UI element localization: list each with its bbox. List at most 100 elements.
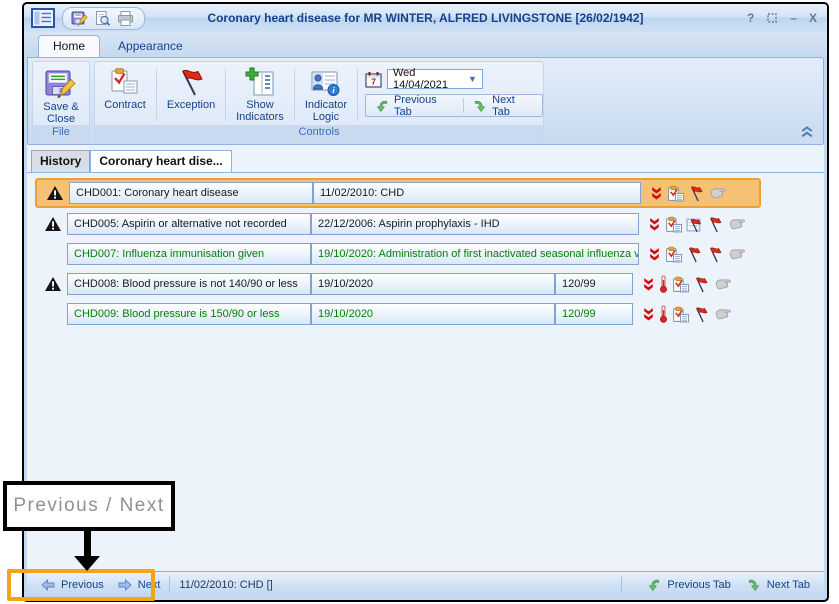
previous-tab-label: Previous Tab — [394, 94, 454, 118]
hand-icon[interactable] — [714, 277, 733, 291]
contract-label: Contract — [104, 99, 146, 111]
show-indicators-button[interactable]: Show Indicators — [227, 65, 293, 123]
next-tab-button-status[interactable]: Next Tab — [747, 578, 810, 592]
hand-icon[interactable] — [728, 217, 747, 231]
indicator-row[interactable]: CHD005: Aspirin or alternative not recor… — [35, 210, 824, 238]
exception-label: Exception — [167, 99, 215, 111]
ribbon-collapse-button[interactable] — [801, 126, 813, 138]
warning-icon — [41, 186, 69, 200]
flag-icon[interactable] — [693, 306, 710, 323]
flag-icon[interactable] — [686, 246, 703, 263]
divider — [156, 69, 157, 121]
expand-icon[interactable] — [648, 217, 661, 231]
contract-icon[interactable] — [667, 185, 684, 202]
indicator-detail-cell[interactable]: 19/10/2020: Administration of first inac… — [311, 243, 639, 265]
print-icon[interactable] — [117, 10, 134, 27]
expand-icon[interactable] — [648, 247, 661, 261]
next-tab-arrow-icon — [747, 578, 761, 592]
previous-label: Previous — [61, 579, 104, 591]
print-preview-icon[interactable] — [94, 10, 111, 27]
indicator-logic-icon — [310, 67, 342, 97]
save-icon[interactable] — [71, 10, 88, 27]
date-value: Wed 14/04/2021 — [393, 67, 468, 91]
indicator-code-cell[interactable]: CHD005: Aspirin or alternative not recor… — [67, 213, 311, 235]
minimize-button[interactable]: – — [790, 11, 797, 25]
show-indicators-label: Show Indicators — [230, 99, 290, 123]
flag-icon[interactable] — [693, 276, 710, 293]
tab-home[interactable]: Home — [38, 35, 100, 57]
next-label: Next — [138, 579, 161, 591]
divider — [294, 69, 295, 121]
chevron-down-icon: ▼ — [468, 74, 477, 84]
next-record-button[interactable]: Next — [118, 579, 161, 591]
indicator-code-cell[interactable]: CHD009: Blood pressure is 150/90 or less — [67, 303, 311, 325]
date-picker[interactable]: Wed 14/04/2021 ▼ — [387, 69, 483, 89]
hand-icon[interactable] — [728, 247, 747, 261]
flag-icon[interactable] — [707, 246, 724, 263]
thermometer-icon[interactable] — [659, 275, 668, 293]
indicator-row[interactable]: CHD001: Coronary heart disease 11/02/201… — [35, 178, 761, 208]
indicator-code-cell[interactable]: CHD008: Blood pressure is not 140/90 or … — [67, 273, 311, 295]
help-button[interactable]: ? — [747, 11, 754, 25]
status-bar: Previous Next 11/02/2010: CHD [] Previou… — [27, 571, 824, 597]
tab-appearance[interactable]: Appearance — [104, 36, 197, 57]
indicator-row[interactable]: CHD008: Blood pressure is not 140/90 or … — [35, 270, 824, 298]
close-button[interactable]: X — [809, 11, 817, 25]
window-controls: ? – X — [747, 11, 817, 25]
tab-history[interactable]: History — [31, 150, 90, 172]
expand-icon[interactable] — [642, 307, 655, 321]
annotation-label: Previous / Next — [13, 495, 164, 517]
ribbon: Save & Close File Contract — [27, 57, 824, 145]
contract-icon[interactable] — [665, 216, 682, 233]
thermometer-icon[interactable] — [659, 305, 668, 323]
flag-icon[interactable] — [707, 216, 724, 233]
annotation-arrow — [84, 531, 91, 557]
flag-boxed-icon[interactable] — [686, 216, 703, 233]
previous-tab-label: Previous Tab — [667, 579, 730, 591]
indicator-detail-cell[interactable]: 19/10/2020 — [311, 303, 555, 325]
indicator-logic-button[interactable]: Indicator Logic — [296, 65, 356, 123]
hand-icon[interactable] — [714, 307, 733, 321]
restore-button[interactable] — [766, 12, 778, 24]
indicator-value-cell[interactable]: 120/99 — [555, 303, 633, 325]
app-menu-icon[interactable] — [30, 8, 56, 29]
arrow-left-icon — [41, 579, 55, 591]
previous-tab-button-status[interactable]: Previous Tab — [647, 578, 730, 592]
divider — [225, 69, 226, 121]
exception-flag-icon — [175, 67, 207, 97]
contract-button[interactable]: Contract — [95, 65, 155, 111]
indicator-detail-cell[interactable]: 19/10/2020 — [311, 273, 555, 295]
expand-icon[interactable] — [642, 277, 655, 291]
tab-coronary-heart-disease[interactable]: Coronary heart dise... — [90, 150, 231, 172]
contract-icon[interactable] — [672, 276, 689, 293]
warning-icon — [39, 277, 67, 291]
divider — [169, 576, 170, 593]
indicator-code-cell[interactable]: CHD007: Influenza immunisation given — [67, 243, 311, 265]
previous-tab-button[interactable]: Previous Tab — [366, 95, 463, 116]
indicator-value-cell[interactable]: 120/99 — [555, 273, 633, 295]
indicator-code-cell[interactable]: CHD001: Coronary heart disease — [69, 182, 313, 204]
flag-icon[interactable] — [688, 185, 705, 202]
indicator-row[interactable]: CHD009: Blood pressure is 150/90 or less… — [35, 300, 824, 328]
contract-icon[interactable] — [665, 246, 682, 263]
exception-button[interactable]: Exception — [158, 65, 224, 111]
status-text: 11/02/2010: CHD [] — [179, 579, 272, 591]
arrow-right-icon — [118, 579, 132, 591]
expand-icon[interactable] — [650, 186, 663, 200]
next-tab-button[interactable]: Next Tab — [464, 95, 542, 116]
indicator-detail-cell[interactable]: 11/02/2010: CHD — [313, 182, 641, 204]
document-tabs: History Coronary heart dise... — [27, 145, 824, 173]
annotation-arrowhead-icon — [74, 556, 100, 571]
hand-icon[interactable] — [709, 186, 728, 200]
indicator-detail-cell[interactable]: 22/12/2006: Aspirin prophylaxis - IHD — [311, 213, 639, 235]
tab-navigation-panel: Previous Tab Next Tab — [365, 94, 543, 117]
controls-group-label: Controls — [95, 125, 543, 140]
save-close-icon — [45, 67, 77, 99]
next-tab-arrow-icon — [473, 99, 487, 113]
save-close-button[interactable]: Save & Close — [37, 65, 85, 125]
contract-icon[interactable] — [672, 306, 689, 323]
ribbon-tab-row: Home Appearance — [24, 32, 827, 57]
previous-record-button[interactable]: Previous — [41, 579, 104, 591]
indicator-row[interactable]: CHD007: Influenza immunisation given 19/… — [35, 240, 824, 268]
divider — [621, 576, 622, 593]
